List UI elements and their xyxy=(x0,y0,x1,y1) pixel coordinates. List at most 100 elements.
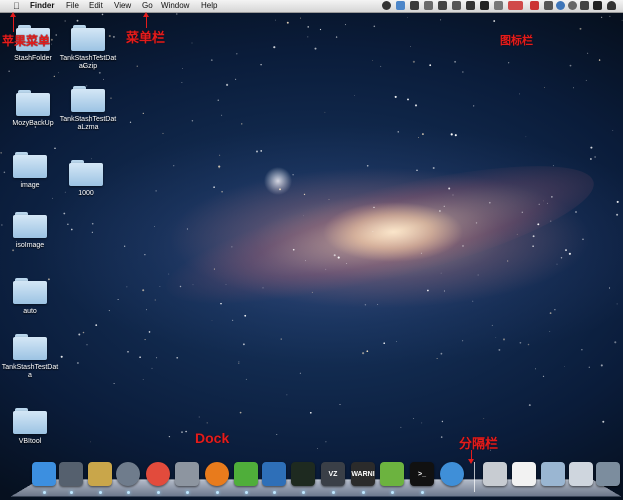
annotation-status-bar: 图标栏 xyxy=(500,35,533,47)
star xyxy=(564,365,565,367)
firefox-icon[interactable] xyxy=(205,462,229,486)
star xyxy=(221,190,223,193)
safari-icon[interactable] xyxy=(440,462,464,486)
system-preferences-icon[interactable] xyxy=(175,462,199,486)
wifi-icon[interactable] xyxy=(607,1,616,10)
volume-icon[interactable] xyxy=(580,1,589,10)
star xyxy=(373,25,376,28)
desktop-folder[interactable]: VBItool xyxy=(0,408,60,446)
dashboard-icon[interactable] xyxy=(59,462,83,486)
running-indicator xyxy=(127,491,130,494)
menu-go[interactable]: Go xyxy=(140,0,155,12)
desktop-folder[interactable]: TankStashTestData xyxy=(0,334,60,380)
bluetooth-icon[interactable] xyxy=(556,1,565,10)
apple-icon[interactable]:  xyxy=(11,0,22,12)
printer-icon[interactable] xyxy=(483,462,507,486)
star xyxy=(219,154,221,156)
star xyxy=(52,197,54,199)
status-grid-icon[interactable] xyxy=(452,1,461,10)
star xyxy=(146,309,147,311)
star xyxy=(154,226,155,227)
folder-icon xyxy=(13,278,47,304)
star xyxy=(519,341,522,344)
menu-view[interactable]: View xyxy=(112,0,133,12)
annotation-arrow xyxy=(10,12,16,32)
star xyxy=(614,341,617,344)
status-tag-icon[interactable] xyxy=(508,1,523,10)
star xyxy=(303,193,306,196)
desktop-folder[interactable]: image xyxy=(0,152,60,190)
desktop-folder[interactable]: TankStashTestDataLzma xyxy=(58,86,118,132)
star xyxy=(151,367,153,369)
star xyxy=(410,46,411,47)
keychain-icon[interactable] xyxy=(88,462,112,486)
star xyxy=(168,435,171,438)
chrome-icon[interactable] xyxy=(146,462,170,486)
desktop-folder[interactable]: TankStashTestDataGzip xyxy=(58,25,118,71)
star xyxy=(549,312,552,314)
virtualbox-icon[interactable] xyxy=(262,462,286,486)
star xyxy=(372,60,374,61)
star xyxy=(225,284,227,285)
status-eye-icon[interactable] xyxy=(410,1,419,10)
folder-icon xyxy=(13,212,47,238)
star xyxy=(472,300,474,302)
star xyxy=(162,132,164,134)
star xyxy=(67,223,69,225)
star xyxy=(362,352,365,355)
status-x-icon[interactable] xyxy=(480,1,489,10)
menu-window[interactable]: Window xyxy=(159,0,191,12)
star xyxy=(303,215,304,217)
running-indicator xyxy=(302,491,305,494)
desktop-folder[interactable]: auto xyxy=(0,278,60,316)
star xyxy=(543,200,544,202)
star xyxy=(495,337,497,339)
desktop-folder[interactable]: MozyBackUp xyxy=(3,90,63,128)
star xyxy=(439,210,441,212)
star xyxy=(407,98,409,101)
status-box-icon[interactable] xyxy=(424,1,433,10)
star xyxy=(108,310,110,312)
downloads-stack-icon[interactable] xyxy=(596,462,620,486)
menu-app-finder[interactable]: Finder xyxy=(28,0,56,12)
status-record-icon[interactable] xyxy=(530,1,539,10)
star xyxy=(82,331,85,334)
star xyxy=(58,72,59,74)
star xyxy=(491,324,493,326)
user-icon[interactable] xyxy=(593,1,602,10)
status-app-icon[interactable] xyxy=(382,1,391,10)
status-display-icon[interactable] xyxy=(438,1,447,10)
rocket-icon[interactable] xyxy=(116,462,140,486)
document-icon[interactable] xyxy=(512,462,536,486)
star xyxy=(314,47,317,50)
menu-file[interactable]: File xyxy=(64,0,81,12)
evernote-icon[interactable] xyxy=(380,462,404,486)
screenshot-stack-icon[interactable] xyxy=(569,462,593,486)
status-sync-icon[interactable] xyxy=(396,1,405,10)
terminal-icon[interactable]: >_ xyxy=(410,462,434,486)
star xyxy=(582,238,584,241)
star xyxy=(397,131,399,133)
adium-icon[interactable] xyxy=(234,462,258,486)
desktop-folder[interactable]: isoImage xyxy=(0,212,60,250)
menu-help[interactable]: Help xyxy=(199,0,219,12)
menu-edit[interactable]: Edit xyxy=(87,0,105,12)
time-machine-icon[interactable] xyxy=(568,1,577,10)
status-mail-icon[interactable] xyxy=(466,1,475,10)
status-lock-icon[interactable] xyxy=(544,1,553,10)
vz-icon[interactable]: VZ xyxy=(321,462,345,486)
star xyxy=(544,87,545,88)
star xyxy=(325,268,327,270)
star xyxy=(238,361,240,363)
folder-label: TankStashTestData xyxy=(1,364,59,379)
finder-icon[interactable] xyxy=(32,462,56,486)
terminal-green-icon[interactable] xyxy=(291,462,315,486)
desktop-folder[interactable]: 1000 xyxy=(56,160,116,198)
star xyxy=(90,441,92,443)
console-icon[interactable]: WARNI xyxy=(351,462,375,486)
star xyxy=(292,248,295,251)
star xyxy=(436,358,438,359)
status-settings-icon[interactable] xyxy=(494,1,503,10)
star xyxy=(319,28,322,31)
stack-folder-icon[interactable] xyxy=(541,462,565,486)
